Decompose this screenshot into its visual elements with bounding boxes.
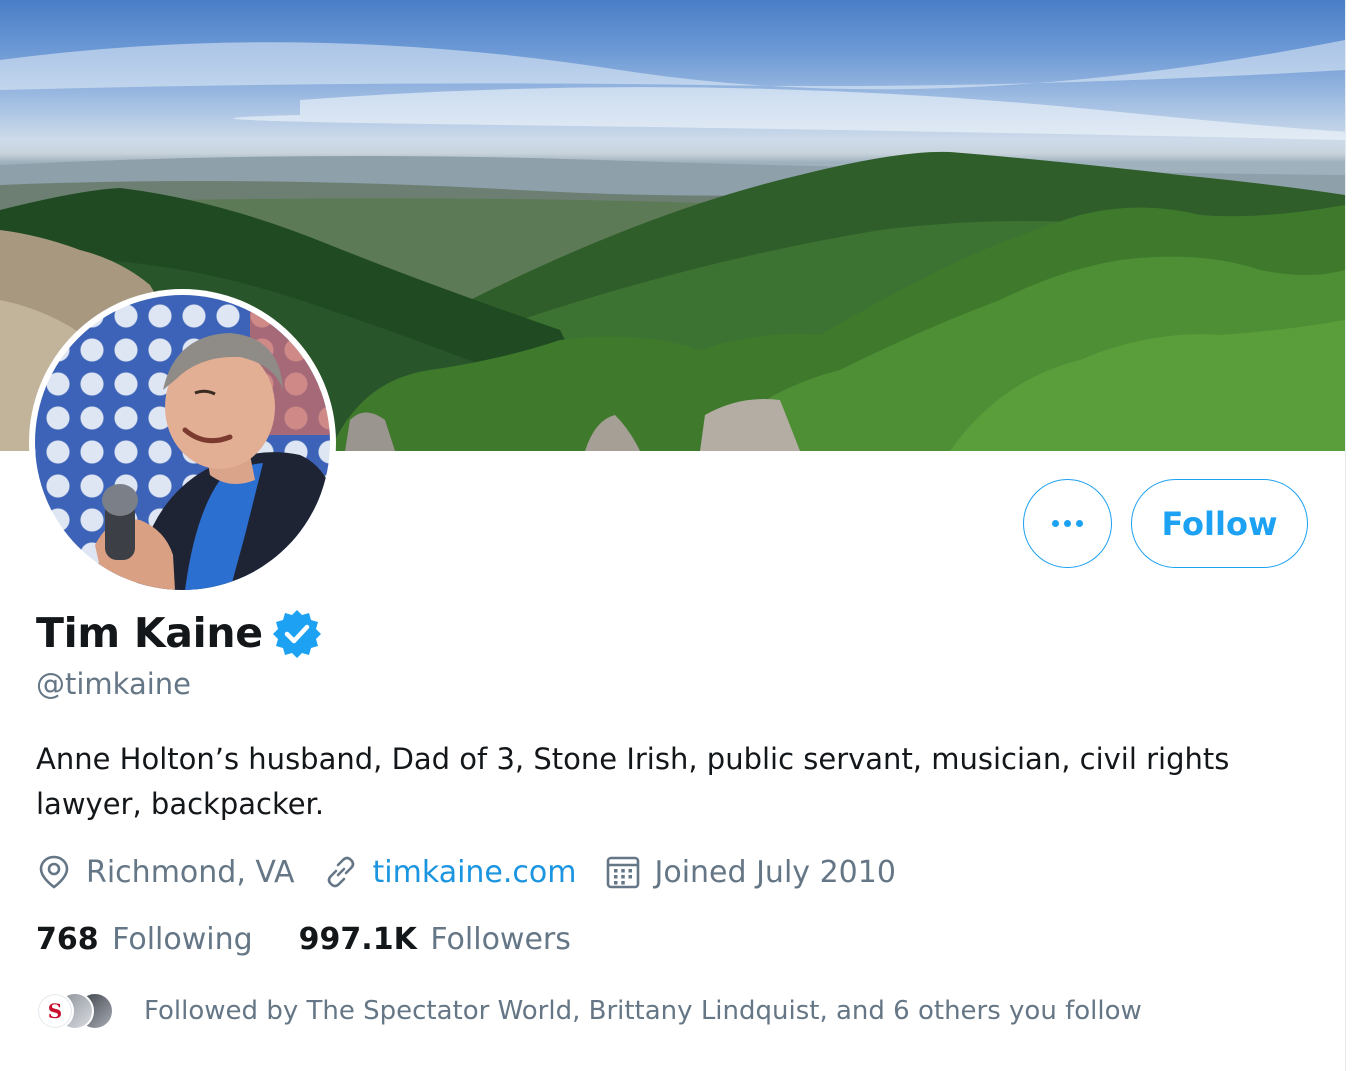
followers-count: 997.1K <box>298 922 417 957</box>
followed-by[interactable]: S Followed by The Spectator World, Britt… <box>36 990 1142 1032</box>
profile-handle: @timkaine <box>36 667 192 701</box>
location-icon <box>39 855 69 889</box>
follower-avatar: S <box>36 992 74 1030</box>
profile-name-row: Tim Kaine <box>36 607 323 659</box>
followers-stat[interactable]: 997.1K Followers <box>299 922 571 957</box>
profile-name: Tim Kaine <box>36 609 263 657</box>
followers-label: Followers <box>430 922 571 957</box>
following-label: Following <box>112 922 253 957</box>
following-stat[interactable]: 768 Following <box>36 922 253 957</box>
avatar-photo <box>35 295 330 590</box>
follow-button[interactable]: Follow <box>1131 479 1308 568</box>
followed-by-text: Followed by The Spectator World, Brittan… <box>144 996 1142 1026</box>
followed-by-avatars: S <box>36 990 126 1032</box>
following-count: 768 <box>36 922 99 957</box>
profile-avatar[interactable] <box>29 289 336 596</box>
profile-header: Follow Tim Kaine @timkaine Anne Holton’s… <box>0 0 1346 1071</box>
joined-item: Joined July 2010 <box>605 854 896 890</box>
profile-meta: Richmond, VA timkaine.com Joined July 20… <box>36 850 924 894</box>
location-text: Richmond, VA <box>86 854 295 890</box>
link-icon <box>327 856 354 888</box>
calendar-icon <box>606 856 639 889</box>
avatar-portrait <box>95 295 330 590</box>
more-icon-dot <box>1052 520 1059 527</box>
location-item: Richmond, VA <box>36 854 295 890</box>
website-item[interactable]: timkaine.com <box>323 854 577 890</box>
more-icon-dot <box>1076 520 1083 527</box>
verified-badge-icon <box>271 607 323 659</box>
profile-stats: 768 Following 997.1K Followers <box>36 922 617 957</box>
more-icon-dot <box>1064 520 1071 527</box>
website-link[interactable]: timkaine.com <box>373 855 577 890</box>
more-options-button[interactable] <box>1023 479 1112 568</box>
joined-text: Joined July 2010 <box>654 854 896 890</box>
profile-bio: Anne Holton’s husband, Dad of 3, Stone I… <box>36 742 1230 821</box>
